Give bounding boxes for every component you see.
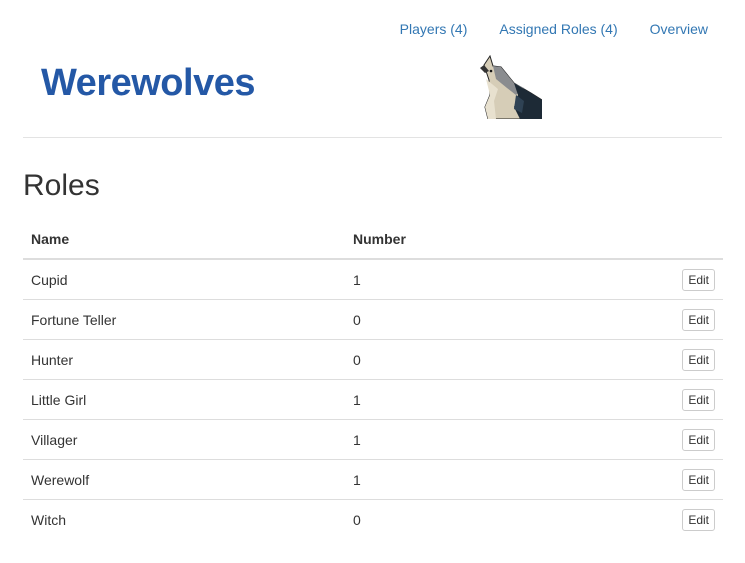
nav-overview-link[interactable]: Overview	[650, 19, 708, 39]
role-name: Witch	[31, 511, 66, 528]
table-row: Hunter 0 Edit	[23, 339, 723, 380]
table-row: Witch 0 Edit	[23, 500, 723, 540]
edit-button[interactable]: Edit	[682, 348, 715, 371]
table-row: Cupid 1 Edit	[23, 259, 723, 300]
roles-table: Name Number Cupid 1 Edit Fortune Teller …	[23, 220, 723, 539]
role-number: 0	[353, 511, 361, 528]
role-name: Werewolf	[23, 459, 345, 500]
top-nav: Players (4) Assigned Roles (4) Overview	[368, 19, 708, 39]
howling-wolf-icon	[476, 54, 543, 120]
role-name: Little Girl	[23, 379, 345, 420]
table-row: Werewolf 1 Edit	[23, 459, 723, 500]
edit-button[interactable]: Edit	[682, 428, 715, 451]
nav-assigned-roles-link[interactable]: Assigned Roles (4)	[499, 19, 617, 39]
column-header-action	[566, 220, 723, 260]
role-number: 0	[345, 299, 567, 340]
brand-title[interactable]: Werewolves	[41, 62, 255, 105]
role-number: 1	[345, 459, 567, 500]
edit-button[interactable]: Edit	[682, 308, 715, 331]
role-name: Villager	[23, 419, 345, 460]
table-row: Little Girl 1 Edit	[23, 379, 723, 420]
table-header-row: Name Number	[23, 220, 723, 260]
header-divider	[23, 137, 722, 138]
nav-players-link[interactable]: Players (4)	[400, 19, 468, 39]
table-row: Villager 1 Edit	[23, 419, 723, 460]
column-header-number: Number	[345, 220, 567, 260]
edit-button[interactable]: Edit	[682, 268, 715, 291]
column-header-name: Name	[23, 220, 345, 260]
role-name: Cupid	[23, 259, 345, 300]
page-title: Roles	[23, 169, 100, 202]
edit-button[interactable]: Edit	[682, 468, 715, 491]
edit-button[interactable]: Edit	[682, 508, 715, 531]
table-row: Fortune Teller 0 Edit	[23, 299, 723, 340]
role-name: Fortune Teller	[23, 299, 345, 340]
role-number: 1	[345, 379, 567, 420]
role-number: 1	[345, 259, 567, 300]
role-number: 0	[345, 339, 567, 380]
role-number: 1	[345, 419, 567, 460]
edit-button[interactable]: Edit	[682, 388, 715, 411]
role-name: Hunter	[23, 339, 345, 380]
